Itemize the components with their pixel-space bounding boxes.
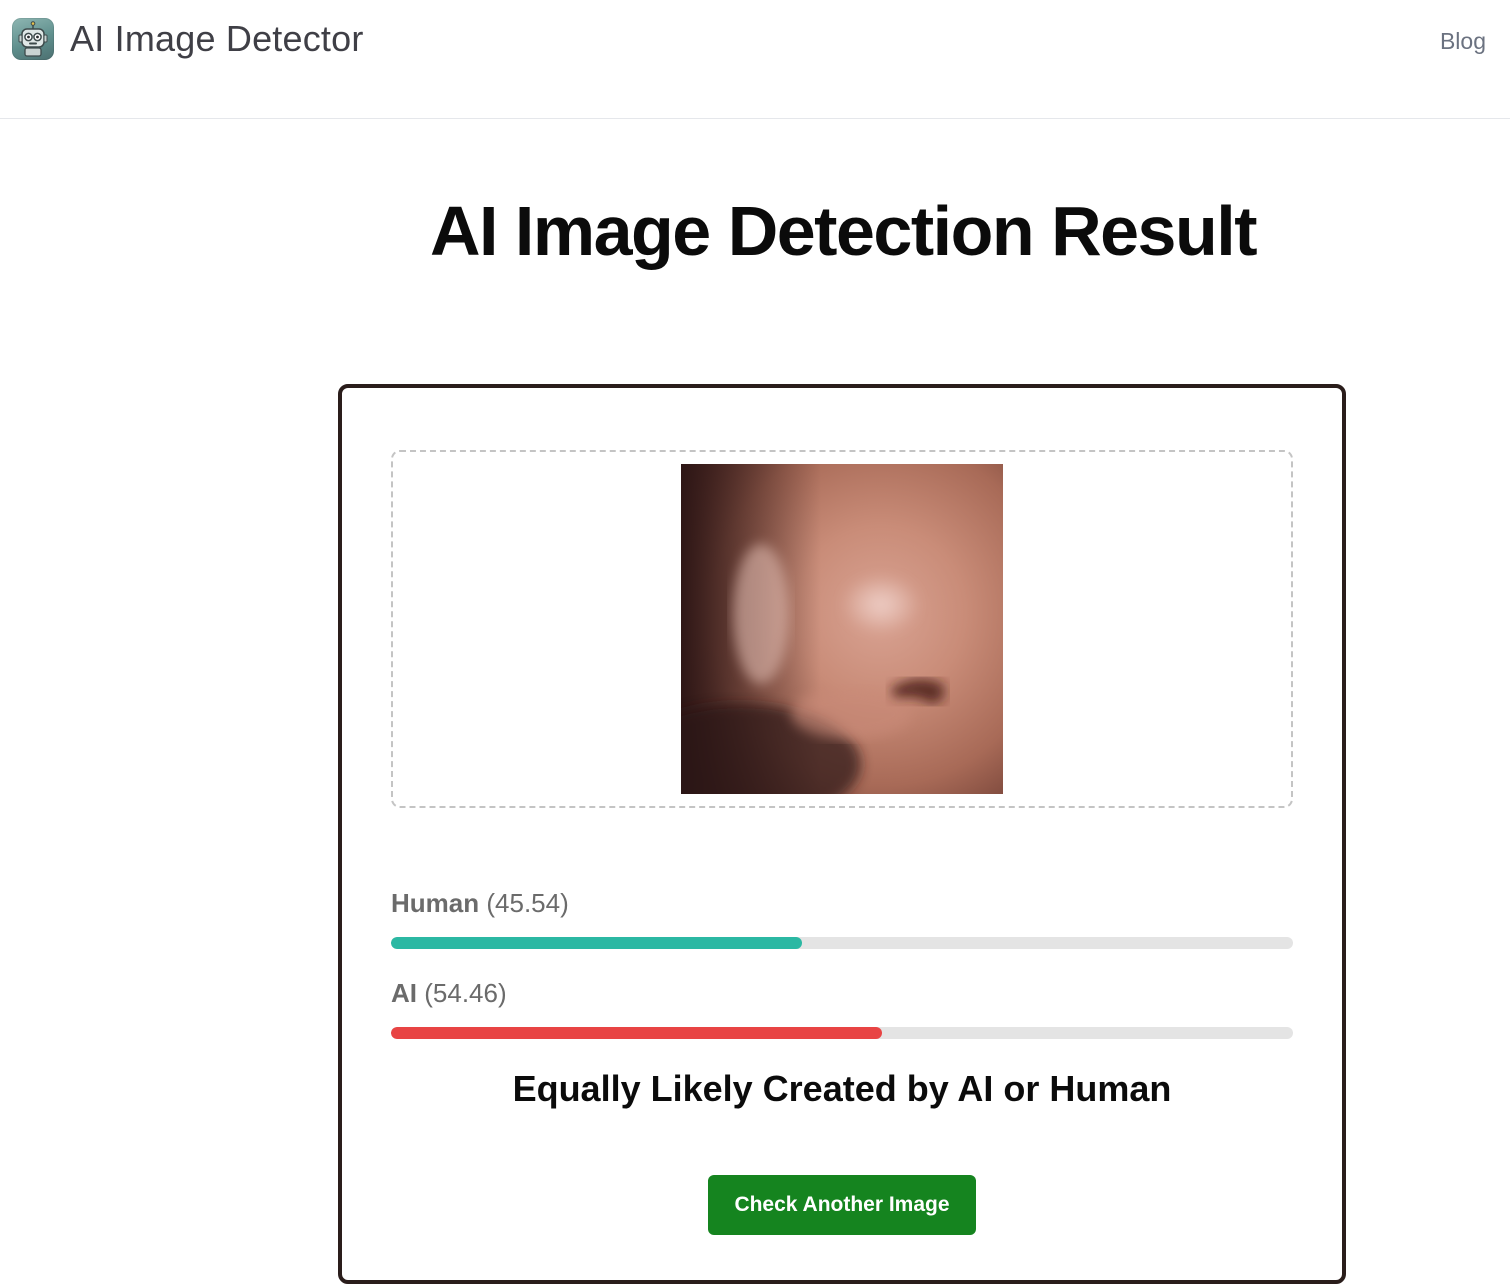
page-title: AI Image Detection Result	[429, 192, 1258, 270]
brand-title: AI Image Detector	[70, 18, 364, 59]
ai-score-value: (54.46)	[424, 978, 507, 1008]
human-score-value: (45.54)	[486, 888, 569, 918]
verdict-text: Equally Likely Created by AI or Human	[512, 1068, 1172, 1109]
brand-home-link[interactable]: AI Image Detector	[12, 18, 364, 60]
ai-score-bar-fill	[391, 1027, 883, 1039]
ai-score-label: AI (54.46)	[391, 978, 507, 1009]
human-score-bar-fill	[391, 937, 802, 949]
human-score-label: Human (45.54)	[391, 888, 569, 919]
result-card: Human (45.54) AI (54.46) Equally Likely …	[338, 384, 1346, 1284]
check-another-image-button[interactable]: Check Another Image	[708, 1175, 976, 1235]
ai-score-bar	[391, 1027, 1293, 1039]
ai-label-text: AI	[391, 978, 417, 1008]
image-dropzone[interactable]	[391, 450, 1293, 808]
human-label-text: Human	[391, 888, 480, 918]
human-score-bar	[391, 937, 1293, 949]
nav-blog-link[interactable]: Blog	[1440, 28, 1486, 55]
uploaded-image-preview	[681, 464, 1003, 794]
top-bar: AI Image Detector Blog	[0, 0, 1510, 119]
robot-logo-icon	[12, 18, 54, 60]
